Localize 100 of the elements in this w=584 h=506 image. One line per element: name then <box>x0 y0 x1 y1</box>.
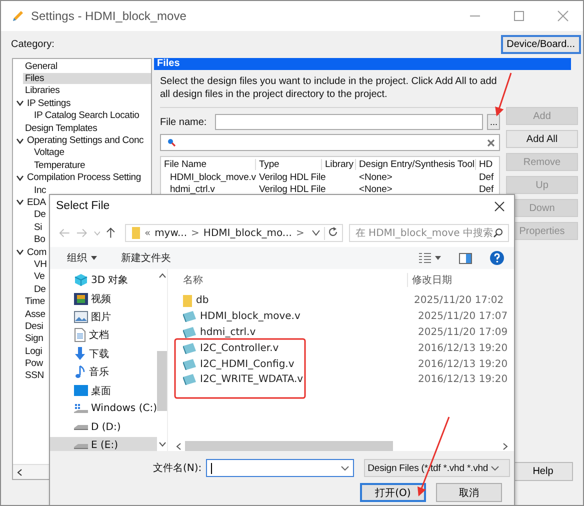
tree-item[interactable]: Temperature <box>32 160 88 171</box>
nav-item[interactable]: 图片 <box>50 308 157 326</box>
refresh-icon[interactable] <box>328 226 338 236</box>
tree-item[interactable]: VH <box>32 258 49 270</box>
browse-button[interactable]: ... <box>487 114 500 130</box>
nav-item[interactable]: 视频 <box>50 289 157 308</box>
column-header[interactable]: Type <box>256 158 322 170</box>
file-icon <box>183 374 196 386</box>
picture-icon <box>74 310 88 323</box>
column-header[interactable]: Design Entry/Synthesis Tool <box>356 158 476 170</box>
table-cell-text: <None> <box>358 172 394 182</box>
scroll-up-icon[interactable] <box>158 273 166 278</box>
file-name-field[interactable] <box>214 114 483 130</box>
scroll-thumb[interactable] <box>157 351 167 411</box>
tree-item[interactable]: Files <box>23 73 151 84</box>
tree-item[interactable]: SSN <box>23 370 46 382</box>
nav-item[interactable]: Windows (C:) <box>50 400 157 418</box>
nav-item[interactable]: 下载 <box>50 344 157 363</box>
search-field[interactable]: 在 HDMI_block_move 中搜索 <box>349 224 509 242</box>
scroll-right-icon[interactable] <box>503 442 508 450</box>
tree-item[interactable]: Logi <box>23 346 44 357</box>
tree-item[interactable]: Compilation Process Setting <box>25 172 143 184</box>
column-header[interactable]: 名称 <box>173 273 407 287</box>
side-button[interactable]: Add All <box>506 130 578 148</box>
nav-item[interactable]: E (E:) <box>50 436 157 451</box>
file-name[interactable]: db <box>196 295 410 306</box>
file-date: 2025/11/20 17:07 <box>418 311 508 322</box>
breadcrumb-separator[interactable]: « <box>144 228 151 238</box>
column-header[interactable]: Library <box>322 158 356 170</box>
help-button[interactable]: Help <box>513 462 573 481</box>
nav-item[interactable]: 桌面 <box>50 381 157 400</box>
search-icon[interactable] <box>493 228 503 238</box>
nav-item[interactable]: 音乐 <box>50 362 157 382</box>
help-icon[interactable] <box>490 251 504 265</box>
close-icon[interactable] <box>494 200 505 212</box>
scroll-thumb[interactable] <box>185 441 393 451</box>
tree-item[interactable]: Time <box>23 296 47 308</box>
file-name[interactable]: I2C_Controller.v <box>200 342 414 354</box>
column-header[interactable]: File Name <box>161 158 256 170</box>
tree-item[interactable]: Com <box>25 246 48 258</box>
breadcrumb-separator[interactable]: > <box>191 228 200 238</box>
maximize-icon[interactable] <box>513 10 525 22</box>
open-button[interactable]: 打开(O) <box>360 483 426 502</box>
tree-item[interactable]: IP Catalog Search Locatio <box>32 110 142 122</box>
column-header[interactable]: HD <box>476 158 499 170</box>
clear-icon[interactable] <box>487 138 495 146</box>
table-cell-text: Def <box>478 172 495 182</box>
filter-field[interactable] <box>160 134 500 151</box>
tree-item[interactable]: Bo <box>32 234 48 246</box>
chevron-down-icon[interactable] <box>16 174 24 182</box>
chevron-down-icon[interactable] <box>16 136 24 145</box>
chevron-down-icon[interactable] <box>312 230 320 236</box>
view-options-icon[interactable] <box>419 252 431 264</box>
tree-item[interactable]: Si <box>32 222 44 233</box>
chevron-down-icon[interactable] <box>16 198 24 206</box>
file-name-field[interactable] <box>206 459 354 477</box>
address-bar[interactable]: « myw... > HDMI_block_mo... > <box>125 224 344 242</box>
tree-item[interactable]: Sign <box>23 333 46 344</box>
document-icon <box>74 328 86 342</box>
breadcrumb-item[interactable]: HDMI_block_mo... <box>203 228 292 238</box>
cancel-button[interactable]: 取消 <box>436 483 502 502</box>
nav-item[interactable]: D (D:) <box>50 418 157 437</box>
chevron-down-icon[interactable] <box>16 99 24 108</box>
scroll-down-icon[interactable] <box>158 442 166 447</box>
organize-menu[interactable]: 组织 <box>64 251 100 265</box>
tree-item[interactable]: De <box>32 284 48 295</box>
device-board-button[interactable]: Device/Board... <box>500 35 581 54</box>
tree-item[interactable]: Desi <box>23 320 46 332</box>
scroll-left-icon[interactable] <box>17 468 22 476</box>
tree-item[interactable]: EDA <box>25 196 48 208</box>
tree-item[interactable]: IP Settings <box>25 98 73 109</box>
file-name[interactable]: hdmi_ctrl.v <box>200 326 414 338</box>
tree-item[interactable]: General <box>23 60 60 72</box>
scroll-left-icon[interactable] <box>176 442 181 450</box>
breadcrumb-item[interactable]: myw... <box>154 228 188 238</box>
up-icon[interactable] <box>106 227 116 239</box>
tree-item[interactable]: Ve <box>32 271 47 282</box>
table-cell-text: hdmi_ctrl.v <box>169 184 216 194</box>
breadcrumb-separator[interactable]: > <box>296 228 304 238</box>
file-name[interactable]: HDMI_block_move.v <box>200 311 414 322</box>
nav-item[interactable]: 3D 对象 <box>50 271 157 290</box>
tree-item[interactable]: Operating Settings and Conc <box>25 135 146 146</box>
chevron-down-icon[interactable] <box>340 466 349 470</box>
tree-item[interactable]: Inc <box>32 184 48 196</box>
new-folder-button[interactable]: 新建文件夹 <box>118 251 174 265</box>
preview-pane-icon[interactable] <box>459 252 472 264</box>
caret-icon[interactable] <box>435 256 441 260</box>
tree-item[interactable]: Libraries <box>23 85 62 96</box>
nav-item[interactable]: 文档 <box>50 326 157 345</box>
tree-item[interactable]: Design Templates <box>23 122 100 134</box>
tree-item[interactable]: Voltage <box>32 147 66 158</box>
drive-icon <box>74 423 88 432</box>
file-name[interactable]: I2C_WRITE_WDATA.v <box>200 374 414 386</box>
tree-item[interactable]: Asse <box>23 308 48 320</box>
file-name[interactable]: I2C_HDMI_Config.v <box>200 358 414 370</box>
chevron-down-icon[interactable] <box>16 248 24 256</box>
tree-item[interactable]: De <box>32 209 48 220</box>
tree-item[interactable]: Pow <box>23 358 45 370</box>
column-header[interactable]: 修改日期 <box>407 273 452 287</box>
drive-icon <box>74 402 88 415</box>
